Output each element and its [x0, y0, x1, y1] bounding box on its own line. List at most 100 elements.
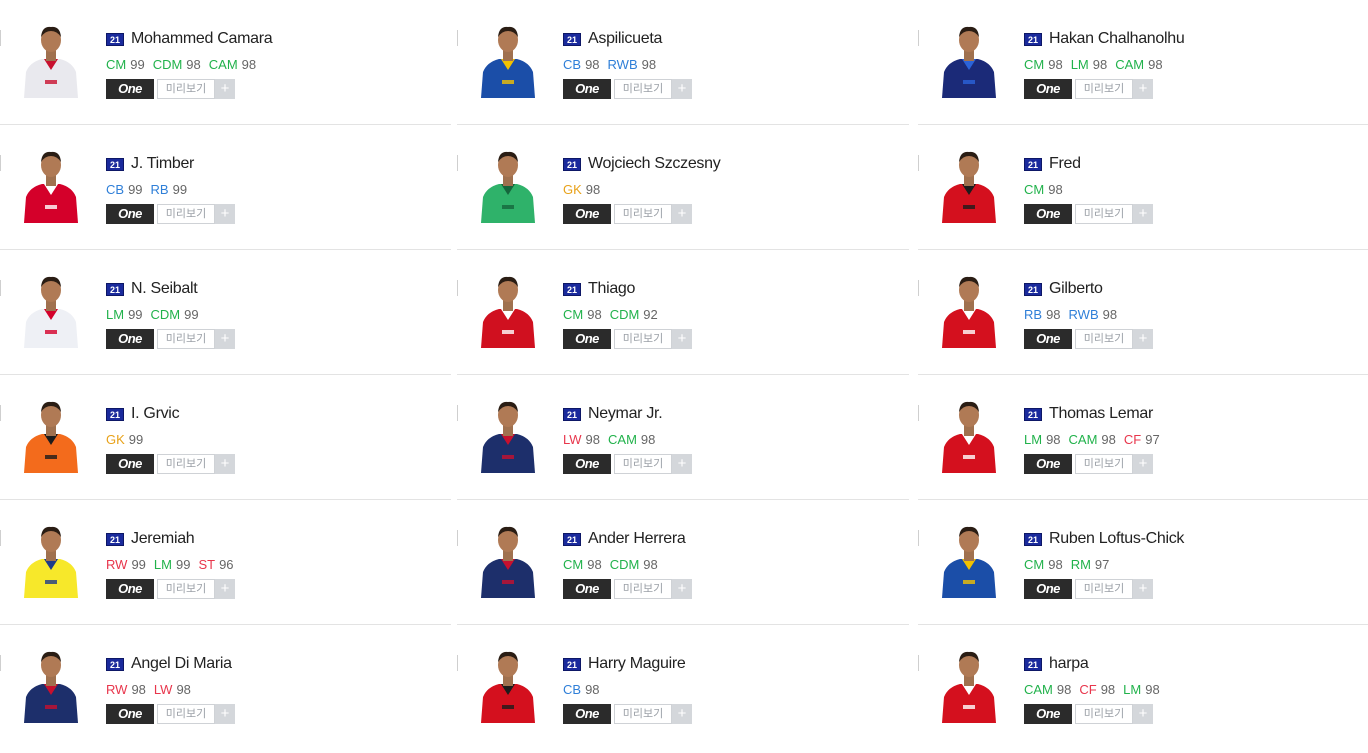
player-card[interactable]: 21 Neymar Jr. LW 98 CAM 98 One 미리보기 +	[457, 375, 909, 500]
player-name[interactable]: Neymar Jr.	[588, 405, 663, 423]
player-photo[interactable]	[20, 147, 82, 223]
player-card[interactable]: 21 Hakan Chalhanolhu CM 98 LM 98 CAM 98 One 미리보기 +	[918, 0, 1368, 125]
add-icon[interactable]: +	[672, 704, 692, 724]
add-icon[interactable]: +	[1133, 454, 1153, 474]
add-icon[interactable]: +	[672, 79, 692, 99]
player-photo[interactable]	[20, 522, 82, 598]
add-icon[interactable]: +	[215, 704, 235, 724]
player-name[interactable]: Aspilicueta	[588, 30, 662, 48]
add-icon[interactable]: +	[215, 79, 235, 99]
player-name[interactable]: harpa	[1049, 655, 1089, 673]
add-icon[interactable]: +	[672, 454, 692, 474]
player-name[interactable]: Mohammed Camara	[131, 30, 273, 48]
add-icon[interactable]: +	[215, 454, 235, 474]
player-name[interactable]: Hakan Chalhanolhu	[1049, 30, 1185, 48]
player-card[interactable]: 21 Ruben Loftus-Chick CM 98 RM 97 One 미리보기 +	[918, 500, 1368, 625]
one-button[interactable]: One	[1024, 704, 1072, 724]
player-card[interactable]: 21 Mohammed Camara CM 99 CDM 98 CAM 98 One 미리보기 +	[0, 0, 451, 125]
player-photo[interactable]	[20, 397, 82, 473]
player-photo[interactable]	[20, 647, 82, 723]
one-button[interactable]: One	[1024, 579, 1072, 599]
player-photo[interactable]	[20, 272, 82, 348]
add-icon[interactable]: +	[672, 329, 692, 349]
add-icon[interactable]: +	[1133, 79, 1153, 99]
player-card[interactable]: 21 Aspilicueta CB 98 RWB 98 One 미리보기 +	[457, 0, 909, 125]
one-button[interactable]: One	[563, 79, 611, 99]
preview-button[interactable]: 미리보기	[1075, 579, 1133, 599]
add-icon[interactable]: +	[672, 579, 692, 599]
player-name[interactable]: Ander Herrera	[588, 530, 686, 548]
add-icon[interactable]: +	[672, 204, 692, 224]
preview-button[interactable]: 미리보기	[1075, 79, 1133, 99]
player-name[interactable]: I. Grvic	[131, 405, 180, 423]
preview-button[interactable]: 미리보기	[157, 579, 215, 599]
player-photo[interactable]	[938, 647, 1000, 723]
player-name[interactable]: Angel Di Maria	[131, 655, 232, 673]
preview-button[interactable]: 미리보기	[157, 454, 215, 474]
player-photo[interactable]	[477, 272, 539, 348]
preview-button[interactable]: 미리보기	[1075, 204, 1133, 224]
player-card[interactable]: 21 N. Seibalt LM 99 CDM 99 One 미리보기 +	[0, 250, 451, 375]
player-card[interactable]: 21 harpa CAM 98 CF 98 LM 98 One 미리보기 +	[918, 625, 1368, 750]
player-card[interactable]: 21 Jeremiah RW 99 LM 99 ST 96 One 미리보기 +	[0, 500, 451, 625]
player-card[interactable]: 21 Angel Di Maria RW 98 LW 98 One 미리보기 +	[0, 625, 451, 750]
player-card[interactable]: 21 Thiago CM 98 CDM 92 One 미리보기 +	[457, 250, 909, 375]
player-photo[interactable]	[20, 22, 82, 98]
player-name[interactable]: J. Timber	[131, 155, 194, 173]
player-card[interactable]: 21 Gilberto RB 98 RWB 98 One 미리보기 +	[918, 250, 1368, 375]
preview-button[interactable]: 미리보기	[157, 204, 215, 224]
one-button[interactable]: One	[1024, 204, 1072, 224]
one-button[interactable]: One	[1024, 329, 1072, 349]
player-photo[interactable]	[477, 522, 539, 598]
preview-button[interactable]: 미리보기	[1075, 329, 1133, 349]
one-button[interactable]: One	[106, 454, 154, 474]
player-name[interactable]: Harry Maguire	[588, 655, 686, 673]
player-name[interactable]: Ruben Loftus-Chick	[1049, 530, 1184, 548]
add-icon[interactable]: +	[215, 204, 235, 224]
player-name[interactable]: Thiago	[588, 280, 635, 298]
player-card[interactable]: 21 Harry Maguire CB 98 One 미리보기 +	[457, 625, 909, 750]
one-button[interactable]: One	[106, 579, 154, 599]
player-card[interactable]: 21 Thomas Lemar LM 98 CAM 98 CF 97 One 미리보기 +	[918, 375, 1368, 500]
one-button[interactable]: One	[106, 204, 154, 224]
player-photo[interactable]	[477, 397, 539, 473]
preview-button[interactable]: 미리보기	[1075, 704, 1133, 724]
one-button[interactable]: One	[1024, 454, 1072, 474]
preview-button[interactable]: 미리보기	[614, 329, 672, 349]
player-name[interactable]: Jeremiah	[131, 530, 195, 548]
preview-button[interactable]: 미리보기	[614, 579, 672, 599]
player-photo[interactable]	[938, 147, 1000, 223]
preview-button[interactable]: 미리보기	[614, 704, 672, 724]
player-name[interactable]: Fred	[1049, 155, 1081, 173]
player-card[interactable]: 21 Ander Herrera CM 98 CDM 98 One 미리보기 +	[457, 500, 909, 625]
player-photo[interactable]	[938, 397, 1000, 473]
one-button[interactable]: One	[106, 704, 154, 724]
preview-button[interactable]: 미리보기	[157, 79, 215, 99]
player-photo[interactable]	[938, 22, 1000, 98]
add-icon[interactable]: +	[215, 329, 235, 349]
player-card[interactable]: 21 Wojciech Szczesny GK 98 One 미리보기 +	[457, 125, 909, 250]
player-card[interactable]: 21 I. Grvic GK 99 One 미리보기 +	[0, 375, 451, 500]
one-button[interactable]: One	[563, 329, 611, 349]
player-photo[interactable]	[938, 272, 1000, 348]
preview-button[interactable]: 미리보기	[157, 704, 215, 724]
one-button[interactable]: One	[563, 704, 611, 724]
add-icon[interactable]: +	[1133, 329, 1153, 349]
preview-button[interactable]: 미리보기	[614, 204, 672, 224]
preview-button[interactable]: 미리보기	[614, 79, 672, 99]
add-icon[interactable]: +	[1133, 704, 1153, 724]
player-photo[interactable]	[477, 647, 539, 723]
one-button[interactable]: One	[563, 204, 611, 224]
add-icon[interactable]: +	[215, 579, 235, 599]
add-icon[interactable]: +	[1133, 579, 1153, 599]
player-card[interactable]: 21 J. Timber CB 99 RB 99 One 미리보기 +	[0, 125, 451, 250]
player-name[interactable]: Thomas Lemar	[1049, 405, 1153, 423]
preview-button[interactable]: 미리보기	[1075, 454, 1133, 474]
add-icon[interactable]: +	[1133, 204, 1153, 224]
preview-button[interactable]: 미리보기	[157, 329, 215, 349]
one-button[interactable]: One	[106, 79, 154, 99]
one-button[interactable]: One	[563, 579, 611, 599]
player-name[interactable]: Wojciech Szczesny	[588, 155, 721, 173]
player-photo[interactable]	[938, 522, 1000, 598]
player-card[interactable]: 21 Fred CM 98 One 미리보기 +	[918, 125, 1368, 250]
